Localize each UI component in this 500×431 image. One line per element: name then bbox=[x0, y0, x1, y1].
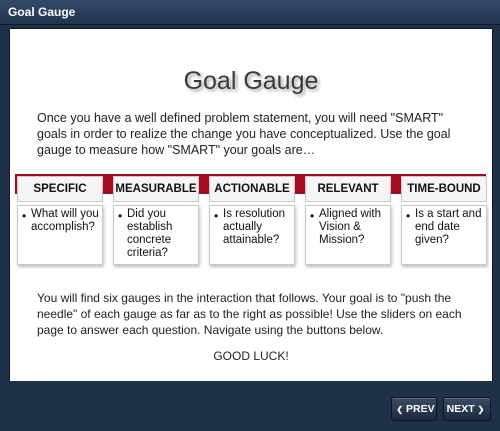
good-luck-text: GOOD LUCK! bbox=[213, 349, 289, 363]
app-window: Goal Gauge Goal Gauge Once you have a we… bbox=[0, 0, 500, 431]
chevron-left-icon: ❮ bbox=[396, 405, 404, 414]
card-relevant: RELEVANT • Aligned with Vision & Mission… bbox=[305, 176, 391, 265]
chevron-right-icon: ❯ bbox=[477, 405, 485, 414]
window-title: Goal Gauge bbox=[8, 5, 76, 19]
card-text: Is a start and end date given? bbox=[415, 208, 482, 246]
card-actionable: ACTIONABLE • Is resolution actually atta… bbox=[209, 176, 295, 265]
card-body: • Is a start and end date given? bbox=[401, 205, 487, 265]
prev-button[interactable]: ❮ PREV bbox=[391, 397, 437, 421]
card-body: • Did you establish concrete criteria? bbox=[113, 205, 199, 265]
card-title: TIME-BOUND bbox=[401, 176, 487, 202]
bullet-icon: • bbox=[406, 209, 411, 223]
bullet-icon: • bbox=[118, 209, 123, 223]
content-panel: Goal Gauge Once you have a well defined … bbox=[9, 28, 493, 382]
prev-button-label: PREV bbox=[406, 403, 435, 415]
card-body: • Is resolution actually attainable? bbox=[209, 205, 295, 265]
card-measurable: MEASURABLE • Did you establish concrete … bbox=[113, 176, 199, 265]
card-time-bound: TIME-BOUND • Is a start and end date giv… bbox=[401, 176, 487, 265]
page-title: Goal Gauge bbox=[183, 67, 319, 95]
card-text: What will you accomplish? bbox=[31, 208, 99, 233]
bullet-icon: • bbox=[214, 209, 219, 223]
card-text: Is resolution actually attainable? bbox=[223, 208, 286, 246]
card-title: RELEVANT bbox=[305, 176, 391, 202]
card-specific: SPECIFIC • What will you accomplish? bbox=[17, 176, 103, 265]
next-button-label: NEXT bbox=[446, 403, 475, 415]
bullet-icon: • bbox=[22, 209, 27, 223]
title-bar: Goal Gauge bbox=[0, 0, 500, 25]
intro-text: Once you have a well defined problem sta… bbox=[37, 111, 451, 157]
bullet-icon: • bbox=[310, 209, 315, 223]
card-title: MEASURABLE bbox=[113, 176, 199, 202]
card-title: ACTIONABLE bbox=[209, 176, 295, 202]
instructions-text: You will find six gauges in the interact… bbox=[37, 291, 462, 337]
card-body: • What will you accomplish? bbox=[17, 205, 103, 265]
card-title: SPECIFIC bbox=[17, 176, 103, 202]
card-text: Aligned with Vision & Mission? bbox=[319, 208, 382, 246]
card-text: Did you establish concrete criteria? bbox=[127, 208, 173, 259]
card-body: • Aligned with Vision & Mission? bbox=[305, 205, 391, 265]
next-button[interactable]: NEXT ❯ bbox=[443, 397, 491, 421]
